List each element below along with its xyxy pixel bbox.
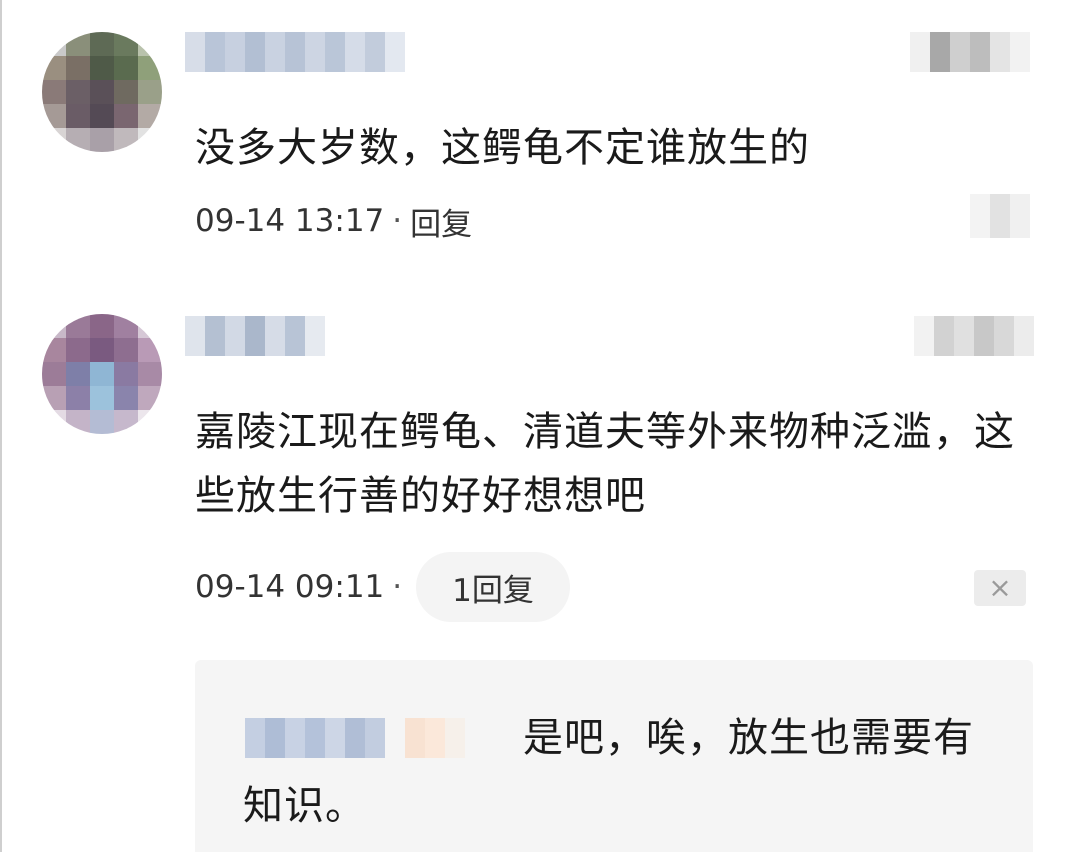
- comment-meta: 09-14 09:11 · 1回复: [195, 552, 570, 622]
- meta-separator: ·: [392, 569, 403, 605]
- sub-reply-text: 是吧，唉，放生也需要有知识。: [243, 715, 974, 829]
- comment-timestamp: 09-14 09:11: [195, 569, 385, 605]
- username-blurred[interactable]: [185, 32, 405, 72]
- avatar[interactable]: [42, 32, 162, 152]
- comment-list: 没多大岁数，这鳄龟不定谁放生的 09-14 13:17 · 回复 嘉陵江现在鳄龟…: [0, 0, 1080, 852]
- avatar[interactable]: [42, 314, 162, 434]
- username-blurred[interactable]: [185, 316, 325, 356]
- reply-button[interactable]: 回复: [410, 199, 472, 244]
- comment-text: 嘉陵江现在鳄龟、清道夫等外来物种泛滥，这些放生行善的好好想想吧: [195, 409, 1015, 519]
- comment-meta: 09-14 13:17 · 回复: [195, 186, 472, 256]
- sub-reply-box[interactable]: 是吧，唉，放生也需要有知识。: [195, 660, 1033, 852]
- like-icon-blurred[interactable]: [910, 32, 1030, 72]
- more-icon-blurred[interactable]: [970, 194, 1030, 238]
- comment-timestamp: 09-14 13:17: [195, 203, 385, 239]
- meta-separator: ·: [392, 203, 403, 239]
- comment-text: 没多大岁数，这鳄龟不定谁放生的: [195, 125, 810, 171]
- close-icon[interactable]: ×: [974, 570, 1026, 606]
- view-replies-button[interactable]: 1回复: [416, 552, 570, 622]
- like-icon-blurred[interactable]: [914, 316, 1034, 356]
